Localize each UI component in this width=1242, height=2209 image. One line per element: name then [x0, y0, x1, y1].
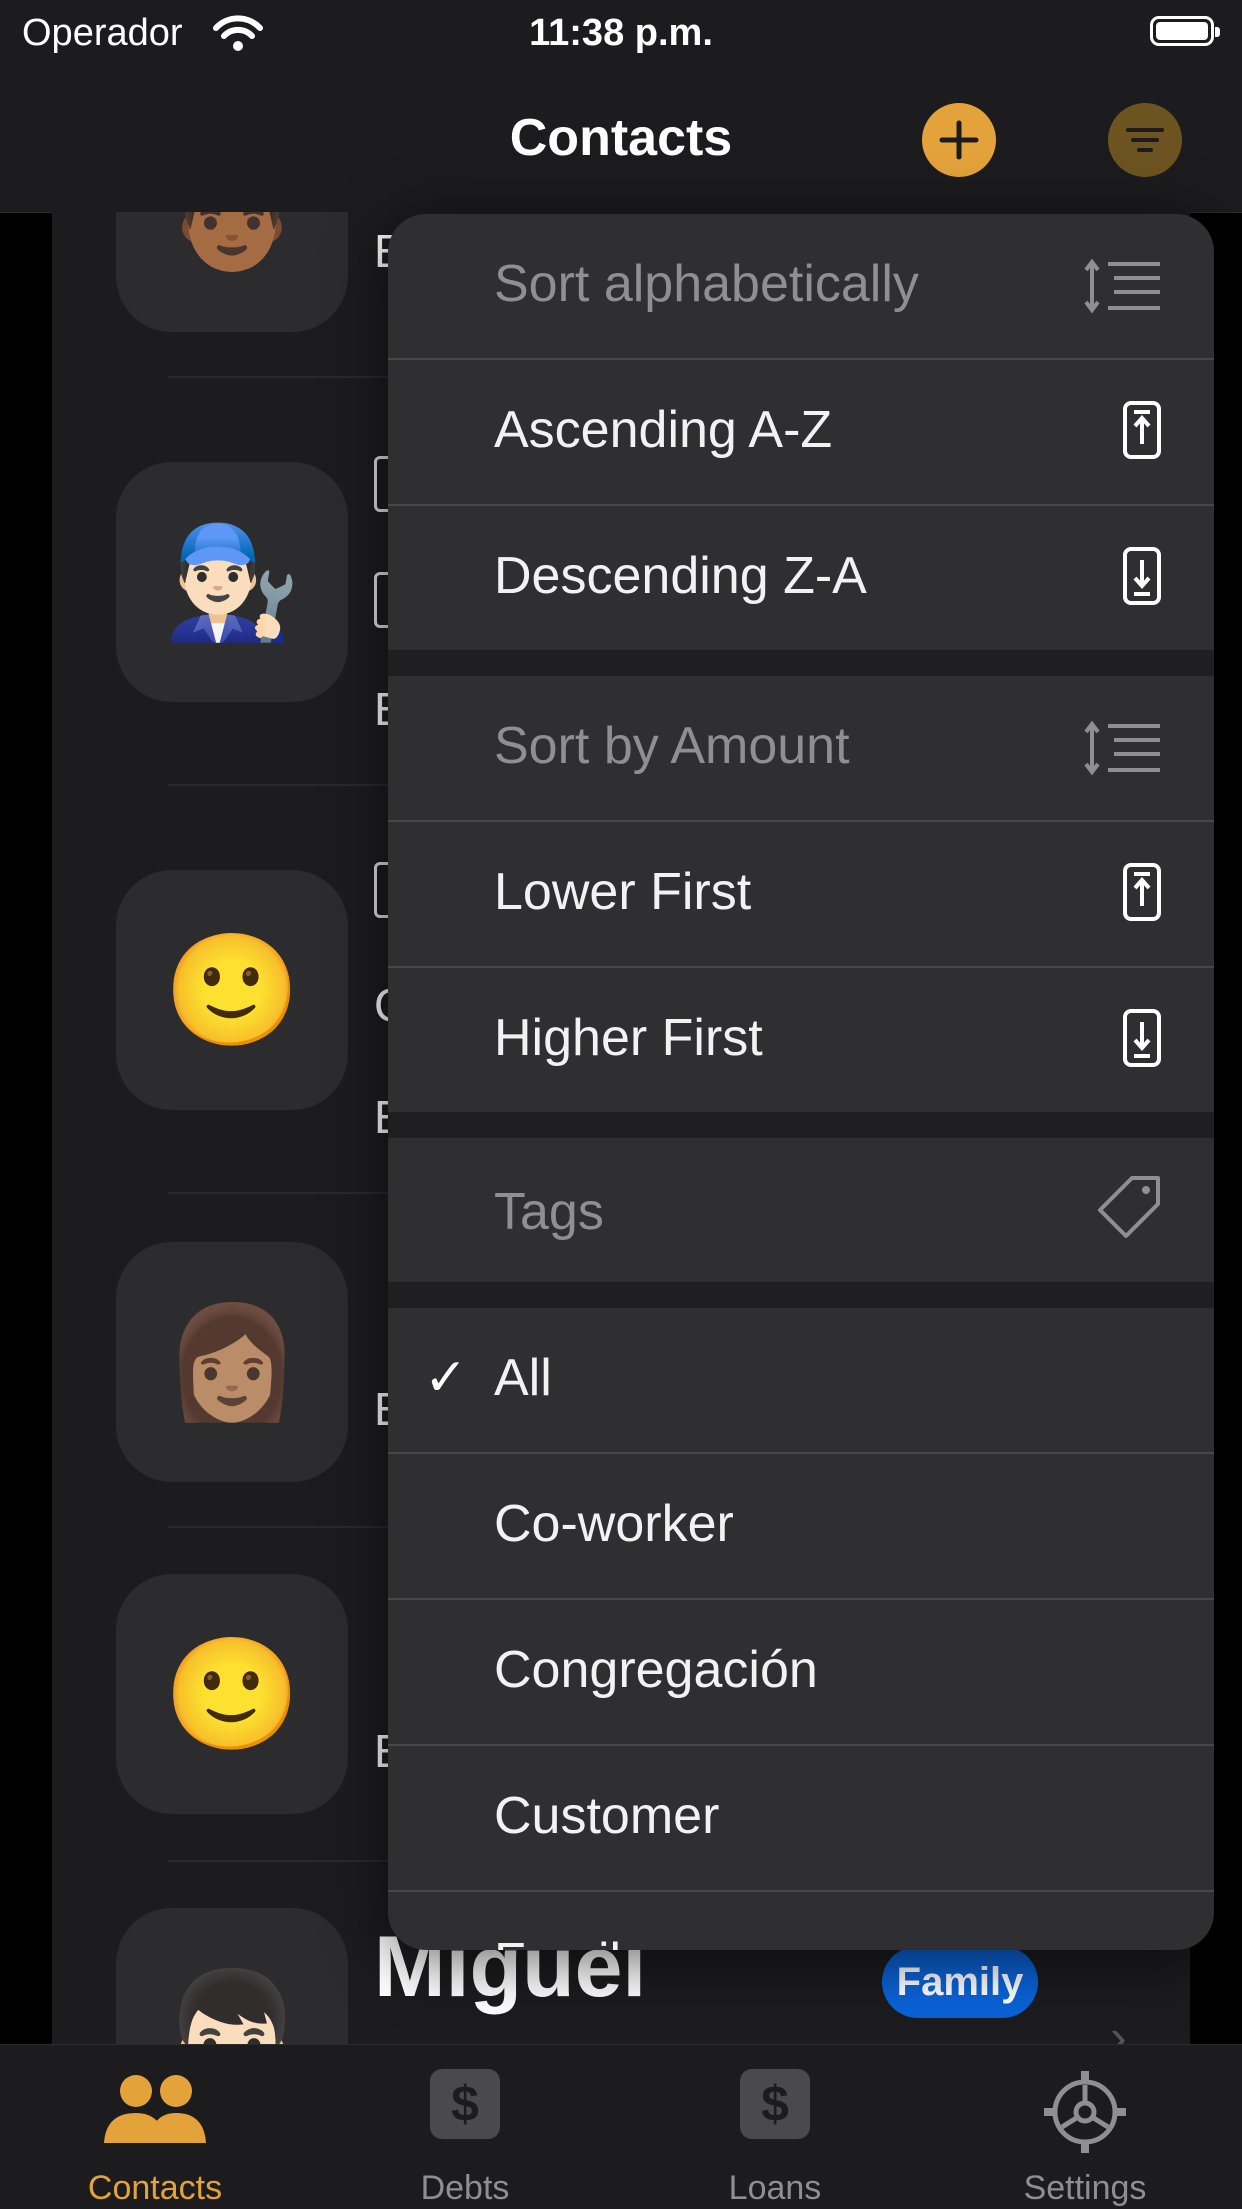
menu-item-tag-all[interactable]: ✓ All	[388, 1308, 1214, 1452]
tab-debts[interactable]: $ Debts	[310, 2045, 620, 2209]
battery-icon	[1150, 16, 1220, 46]
arrow-down-phone-icon	[1122, 546, 1162, 611]
add-contact-button[interactable]	[922, 103, 996, 177]
menu-section-gap	[388, 1112, 1214, 1138]
sort-lines-icon	[1084, 258, 1162, 319]
menu-item-tag-family[interactable]: Family	[388, 1892, 1214, 1950]
avatar: 🙂	[116, 870, 348, 1110]
tab-loans[interactable]: $ Loans	[620, 2045, 930, 2209]
filter-lines-icon	[1126, 128, 1164, 152]
navigation-bar: Contacts	[0, 70, 1242, 213]
arrow-up-phone-icon	[1122, 862, 1162, 927]
page-title: Contacts	[509, 109, 733, 167]
avatar: 👨🏾	[116, 212, 348, 332]
avatar: 👦🏻	[116, 1908, 348, 2044]
menu-section-gap	[388, 1282, 1214, 1308]
gear-icon	[1042, 2069, 1128, 2160]
avatar: 👨🏻‍🔧	[116, 462, 348, 702]
menu-header-sort-by-amount: Sort by Amount	[388, 676, 1214, 820]
menu-header-sort-alphabetically: Sort alphabetically	[388, 214, 1214, 358]
checkmark-icon: ✓	[424, 1349, 468, 1407]
menu-item-higher-first[interactable]: Higher First	[388, 968, 1214, 1112]
dollar-icon: $	[430, 2069, 500, 2139]
menu-item-tag-congregacion[interactable]: Congregación	[388, 1600, 1214, 1744]
sort-filter-menu[interactable]: Sort alphabetically Ascending A-Z Descen…	[388, 214, 1214, 1950]
menu-item-descending[interactable]: Descending Z-A	[388, 506, 1214, 650]
arrow-down-phone-icon	[1122, 1008, 1162, 1073]
tag-icon	[1096, 1174, 1162, 1245]
menu-item-tag-customer[interactable]: Customer	[388, 1746, 1214, 1890]
filter-button[interactable]	[1108, 103, 1182, 177]
plus-icon	[939, 120, 979, 160]
menu-section-gap	[388, 650, 1214, 676]
menu-item-tag-co-worker[interactable]: Co-worker	[388, 1454, 1214, 1598]
menu-header-tags: Tags	[388, 1138, 1214, 1282]
avatar: 🙂	[116, 1574, 348, 1814]
menu-item-ascending[interactable]: Ascending A-Z	[388, 360, 1214, 504]
status-time: 11:38 p.m.	[529, 12, 713, 54]
sort-lines-icon	[1084, 720, 1162, 781]
people-icon	[100, 2069, 210, 2154]
tab-bar: Contacts $ Debts $ Loans Settings	[0, 2044, 1242, 2209]
arrow-up-phone-icon	[1122, 400, 1162, 465]
menu-item-lower-first[interactable]: Lower First	[388, 822, 1214, 966]
dollar-icon: $	[740, 2069, 810, 2139]
status-bar: Operador 11:38 p.m.	[0, 0, 1242, 70]
avatar: 👩🏽	[116, 1242, 348, 1482]
tab-contacts[interactable]: Contacts	[0, 2045, 310, 2209]
tag-badge: Family	[882, 1946, 1038, 2018]
tab-settings[interactable]: Settings	[930, 2045, 1240, 2209]
chevron-right-icon: ›	[1110, 2009, 1127, 2044]
